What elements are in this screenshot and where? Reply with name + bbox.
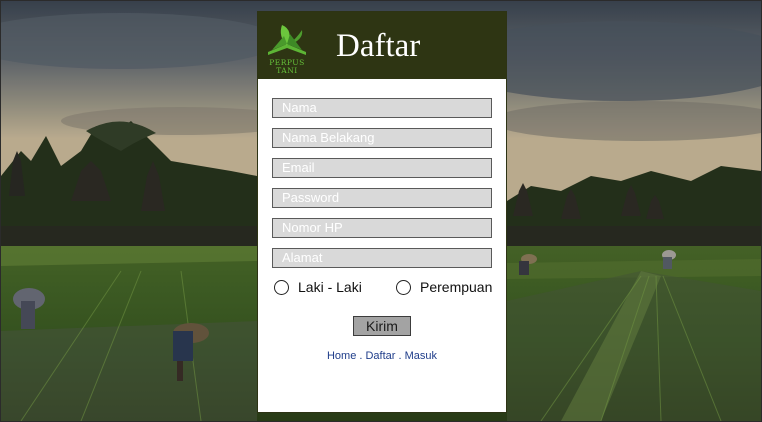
perpus-tani-logo: PERPUS TANI [264,22,310,74]
last-name-input[interactable]: Nama Belakang [272,128,492,148]
registration-card: PERPUS TANI Daftar Nama Nama Belakang Em… [257,11,507,413]
submit-button[interactable]: Kirim [353,316,411,336]
link-separator: . [395,350,405,362]
register-link[interactable]: Daftar [365,350,395,362]
footer-nav: Home . Daftar . Masuk [258,350,506,362]
gender-option-female[interactable]: Perempuan [396,277,492,297]
logo-text-line1: PERPUS [269,58,305,67]
password-input[interactable]: Password [272,188,492,208]
login-link[interactable]: Masuk [405,350,437,362]
home-link[interactable]: Home [327,350,356,362]
card-header: PERPUS TANI Daftar [258,12,506,79]
gender-option-male[interactable]: Laki - Laki [274,277,362,297]
email-input[interactable]: Email [272,158,492,178]
male-radio-label: Laki - Laki [298,279,362,295]
page-title: Daftar [336,28,421,64]
first-name-input[interactable]: Nama [272,98,492,118]
page-frame: PERPUS TANI Daftar Nama Nama Belakang Em… [0,0,762,422]
address-input[interactable]: Alamat [272,248,492,268]
phone-number-input[interactable]: Nomor HP [272,218,492,238]
female-radio-label: Perempuan [420,279,493,295]
book-leaf-icon [268,25,306,55]
male-radio-button[interactable] [274,279,289,295]
logo-text-line2: TANI [276,66,298,75]
female-radio-button[interactable] [396,279,411,295]
